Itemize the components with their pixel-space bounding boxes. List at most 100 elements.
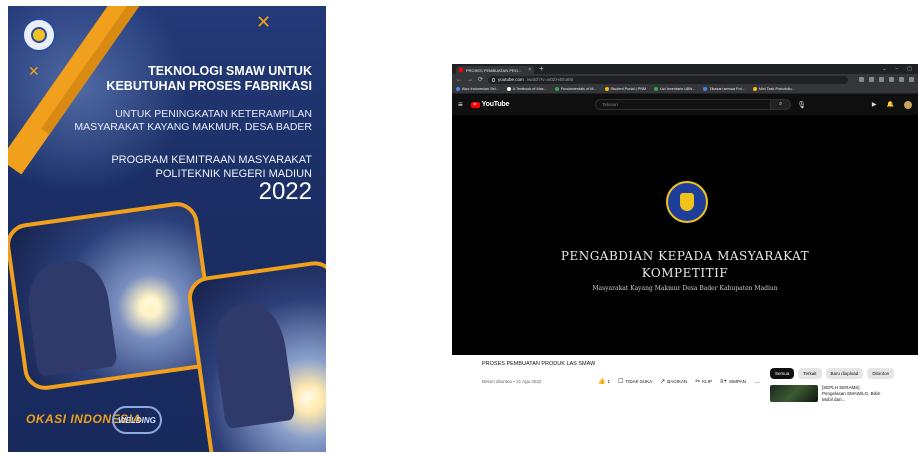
account-avatar[interactable] — [904, 100, 912, 109]
url-input[interactable]: youtube.com/watch?v=w0ZH4Eu8I0 — [488, 75, 849, 84]
bookmark-favicon-icon — [456, 87, 460, 91]
tab-search-button[interactable]: ⌄ — [882, 66, 886, 72]
chip-recently-uploaded[interactable]: Baru diupload — [825, 368, 864, 379]
youtube-header: ≡ YouTube Telusuri ⌕ 🎙 ▶ 🔔 — [452, 94, 918, 115]
tab-title: PROSES PEMBUATAN PRO... — [466, 67, 522, 73]
search-placeholder: Telusuri — [602, 102, 618, 107]
bookmark-item[interactable]: Mini Task Portofolio... — [752, 87, 795, 91]
extension-icon[interactable] — [879, 77, 884, 82]
dislike-button[interactable]: ☐ TIDAK SUKA — [618, 378, 652, 385]
poster-title: TEKNOLOGI SMAW UNTUK KEBUTUHAN PROSES FA… — [62, 64, 312, 94]
minimize-button[interactable]: – — [895, 66, 898, 72]
search-input[interactable]: Telusuri — [595, 99, 772, 110]
profile-icon[interactable] — [899, 77, 904, 82]
bookmark-item[interactable]: A Textbook of Mac... — [506, 87, 547, 91]
search-button[interactable]: ⌕ — [771, 99, 792, 110]
lock-icon — [492, 77, 496, 82]
puzzle-icon[interactable] — [889, 77, 894, 82]
thumbs-down-icon: ☐ — [618, 379, 624, 385]
share-icon[interactable] — [859, 77, 864, 82]
chip-all[interactable]: Semua — [770, 368, 795, 379]
bookmark-item[interactable]: Uzi Inventaris UBN... — [654, 87, 695, 91]
url-path: /watch?v=w0ZH4Eu8I0 — [526, 77, 574, 82]
share-button[interactable]: ↗ BAGIKAN — [660, 378, 687, 385]
window-controls: ⌄ – ▢ — [882, 66, 918, 72]
cross-decoration-icon: ✕ — [28, 64, 40, 80]
video-player[interactable]: PENGABDIAN KEPADA MASYARAKAT KOMPETITIF … — [452, 115, 918, 355]
bookmark-item[interactable]: Tikasari semua Pol... — [703, 87, 745, 91]
youtube-favicon-icon — [459, 68, 463, 72]
like-count: 1 — [607, 379, 610, 384]
polytechnic-emblem-icon — [666, 181, 708, 223]
bookmark-label: A Textbook of Mac... — [512, 87, 547, 91]
video-frame-title: PENGABDIAN KEPADA MASYARAKAT — [560, 249, 810, 263]
polytechnic-logo-icon — [22, 18, 56, 52]
microphone-icon[interactable]: 🎙 — [797, 101, 806, 109]
video-info-panel: PROSES PEMBUATAN PRODUK LAS SMAW Belum d… — [452, 355, 918, 402]
share-label: BAGIKAN — [667, 379, 688, 384]
bookmark-item[interactable]: Also Indonesian Sel... — [456, 87, 499, 91]
tab-strip: PROSES PEMBUATAN PRO... × + ⌄ – ▢ — [452, 64, 918, 74]
recommended-title[interactable]: [SEPLH SERAMS] Pengelasan SMAW/LG, Bikin… — [822, 385, 882, 402]
bookmark-favicon-icon — [506, 87, 511, 91]
bookmark-label: Mini Task Portofolio... — [758, 87, 795, 91]
chip-related[interactable]: Terkait — [798, 368, 822, 379]
poster-program: PROGRAM KEMITRAAN MASYARAKAT POLITEKNIK … — [62, 153, 312, 181]
bookmark-favicon-icon — [703, 87, 708, 91]
forward-arrow-icon[interactable]: → — [467, 77, 473, 83]
bookmarks-bar: Also Indonesian Sel... A Textbook of Mac… — [452, 85, 918, 94]
address-bar-row: ← → ⟳ youtube.com/watch?v=w0ZH4Eu8I0 — [452, 74, 918, 85]
header-actions: ▶ 🔔 — [872, 100, 912, 109]
welding-photo — [185, 258, 326, 452]
video-meta: Belum ditonton • 21 Agu 2022 — [482, 379, 542, 384]
poster-subtitle-line: UNTUK PENINGKATAN KETERAMPILAN — [115, 108, 312, 120]
maximize-button[interactable]: ▢ — [907, 66, 912, 72]
welding-logo: WELDING — [112, 406, 162, 434]
youtube-logo[interactable]: YouTube — [470, 101, 510, 108]
more-actions-button[interactable]: … — [754, 379, 760, 385]
bookmark-item[interactable]: Fundamentals of M... — [554, 87, 597, 91]
bookmark-favicon-icon — [554, 87, 559, 91]
browser-window: PROSES PEMBUATAN PRO... × + ⌄ – ▢ ← → ⟳ … — [452, 64, 918, 402]
bookmark-label: Also Indonesian Sel... — [462, 87, 499, 91]
recommended-thumbnail[interactable] — [770, 385, 818, 402]
bookmark-label: Tikasari semua Pol... — [709, 87, 745, 91]
bookmark-label: Fundamentals of M... — [560, 87, 597, 91]
new-tab-button[interactable]: + — [539, 65, 544, 73]
clip-label: KLIP — [702, 379, 712, 384]
clip-button[interactable]: ✂ KLIP — [695, 378, 712, 385]
bookmark-favicon-icon — [654, 87, 659, 91]
more-dots-icon: … — [753, 378, 760, 385]
create-video-icon[interactable]: ▶ — [872, 101, 877, 108]
back-arrow-icon[interactable]: ← — [456, 77, 462, 83]
filter-chips: Semua Terkait Baru diupload Ditonton — [770, 368, 895, 379]
cross-decoration-icon: ✕ — [256, 12, 272, 33]
save-button[interactable]: ≡+ SIMPAN — [720, 379, 746, 385]
reload-icon[interactable]: ⟳ — [478, 77, 483, 83]
bookmark-label: Uzi Inventaris UBN... — [660, 87, 696, 91]
bookmark-star-icon[interactable] — [869, 77, 874, 82]
playlist-add-icon: ≡+ — [720, 378, 728, 385]
video-frame-subtitle: Masyarakat Kayang Makmur Desa Bader Kabu… — [592, 285, 778, 292]
youtube-wordmark: YouTube — [481, 101, 510, 108]
bookmark-label: Student Portal | PNM — [610, 87, 647, 91]
welder-figure — [209, 300, 296, 430]
poster-image: ✕ ✕ ✕ TEKNOLOGI SMAW UNTUK KEBUTUHAN PRO… — [8, 6, 326, 452]
bookmark-item[interactable]: Student Portal | PNM — [604, 87, 647, 91]
tab-close-icon[interactable]: × — [528, 67, 531, 73]
save-label: SIMPAN — [729, 379, 746, 384]
search-icon: ⌕ — [779, 101, 783, 107]
video-actions: 👍 1 ☐ TIDAK SUKA ↗ BAGIKAN ✂ KLIP ≡+ SIMPAN … — [598, 378, 760, 386]
video-title: PROSES PEMBUATAN PRODUK LAS SMAW — [482, 361, 596, 367]
dislike-label: TIDAK SUKA — [625, 379, 653, 384]
menu-dots-icon[interactable] — [909, 77, 914, 82]
like-button[interactable]: 👍 1 — [598, 378, 610, 385]
hamburger-menu-icon[interactable]: ≡ — [458, 100, 463, 109]
recommended-video[interactable]: [SEPLH SERAMS] Pengelasan SMAW/LG, Bikin… — [770, 385, 882, 402]
notifications-bell-icon[interactable]: 🔔 — [887, 101, 894, 108]
poster-subtitle: UNTUK PENINGKATAN KETERAMPILAN MASYARAKA… — [52, 108, 312, 134]
poster-title-line: TEKNOLOGI SMAW UNTUK — [148, 64, 312, 78]
extension-icons — [859, 77, 914, 82]
browser-tab[interactable]: PROSES PEMBUATAN PRO... × — [456, 66, 534, 74]
chip-watched[interactable]: Ditonton — [867, 368, 895, 379]
